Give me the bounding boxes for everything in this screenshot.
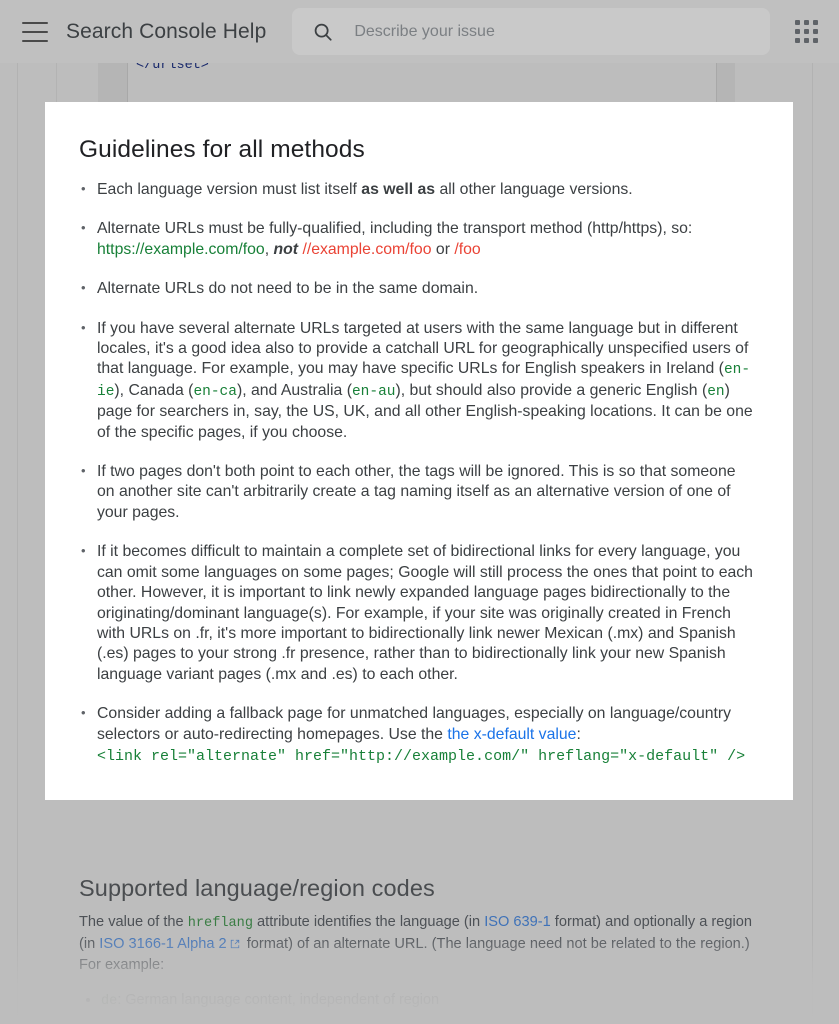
code-example-desc: : German language content, independent o…: [117, 992, 439, 1008]
bullet-1-bold: as well as: [361, 181, 436, 198]
guidelines-card: Guidelines for all methods Each language…: [45, 102, 793, 800]
list-item: If it becomes difficult to maintain a co…: [79, 541, 753, 685]
bullet-6-text: If it becomes difficult to maintain a co…: [97, 543, 753, 683]
supported-codes-section: Supported language/region codes The valu…: [0, 863, 839, 1024]
bullet-2-bad-url-2: /foo: [454, 240, 481, 258]
x-default-code-snippet: <link rel="alternate" href="http://examp…: [97, 747, 746, 765]
section-paragraph: The value of the hreflang attribute iden…: [79, 912, 757, 976]
code-line-urlset-close: </urlset>: [136, 63, 209, 73]
list-item: Consider adding a fallback page for unma…: [79, 703, 753, 767]
code-example-value: de: [101, 994, 118, 1009]
section-heading: Supported language/region codes: [79, 875, 435, 901]
search-input[interactable]: [352, 21, 753, 42]
apps-grid-icon[interactable]: [793, 18, 821, 46]
list-item: Each language version must list itself a…: [79, 179, 753, 200]
list-item: de: German language content, independent…: [101, 990, 779, 1012]
bullet-4-text-b: ), Canada (: [114, 381, 194, 399]
list-item: If two pages don't both point to each ot…: [79, 461, 753, 523]
bullet-4-text-d: ), but should also provide a generic Eng…: [395, 381, 708, 399]
guidelines-list: Each language version must list itself a…: [79, 179, 753, 767]
bullet-1-text-a: Each language version must list itself: [97, 181, 362, 198]
lang-code-en-ca: en-ca: [193, 383, 237, 400]
bullet-2-or: or: [431, 240, 455, 258]
bullet-7-text-a: Consider adding a fallback page for unma…: [97, 705, 732, 743]
bullet-4-text-c: ), and Australia (: [236, 381, 352, 399]
bullet-2-not: not: [273, 240, 299, 258]
bullet-1-text-b: all other language versions.: [435, 181, 633, 198]
bullet-5-text: If two pages don't both point to each ot…: [97, 463, 736, 521]
paragraph-text-a: The value of the: [79, 914, 188, 930]
card-heading: Guidelines for all methods: [79, 136, 365, 163]
list-item: Alternate URLs must be fully-qualified, …: [79, 218, 753, 260]
x-default-value-link[interactable]: the x-default value: [447, 726, 576, 743]
bullet-4-text-a: If you have several alternate URLs targe…: [97, 319, 749, 378]
hamburger-menu-icon[interactable]: [22, 21, 48, 42]
lang-code-en: en: [707, 383, 725, 400]
list-item: If you have several alternate URLs targe…: [79, 318, 753, 443]
page-title: Search Console Help: [66, 19, 267, 43]
search-icon: [315, 23, 332, 41]
bullet-7-colon: :: [576, 725, 581, 743]
bullet-2-text: Alternate URLs must be fully-qualified, …: [97, 220, 693, 238]
bullet-3-text: Alternate URLs do not need to be in the …: [97, 280, 479, 298]
paragraph-text-b: attribute identifies the language (in: [252, 914, 485, 930]
bullet-2-good-url: https://example.com/foo: [97, 240, 265, 258]
external-link-icon: [230, 939, 239, 949]
app-root: Search Console Help href="http://www.exa…: [0, 0, 839, 1024]
list-item: Alternate URLs do not need to be in the …: [79, 278, 753, 299]
code-examples-list: de: German language content, independent…: [79, 990, 779, 1012]
app-header: Search Console Help: [0, 0, 839, 63]
hreflang-code: hreflang: [187, 916, 253, 931]
search-box[interactable]: [292, 8, 771, 55]
bullet-2-bad-url-1: //example.com/foo: [302, 240, 432, 258]
iso-639-1-link[interactable]: ISO 639-1: [484, 914, 551, 930]
lang-code-en-au: en-au: [351, 383, 396, 400]
iso-3166-1-link[interactable]: ISO 3166-1 Alpha 2: [99, 936, 226, 952]
